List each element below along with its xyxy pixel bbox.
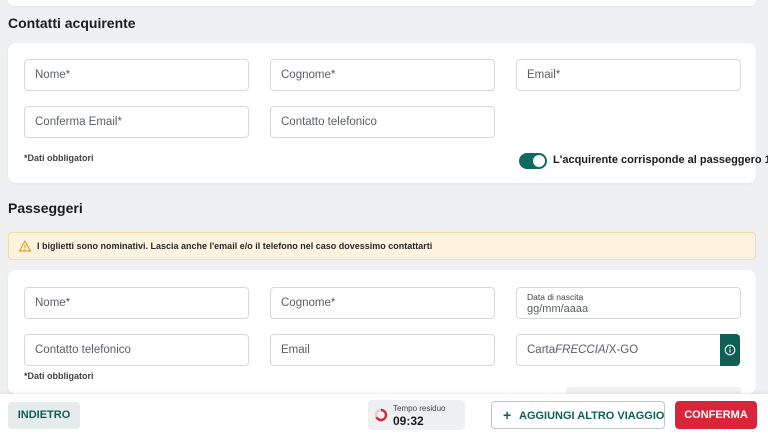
passenger-card: Nome* Cognome* Data di nascita gg/mm/aaa… — [8, 270, 756, 394]
birthdate-placeholder: gg/mm/aaaa — [527, 303, 589, 315]
timer-value: 09:32 — [393, 414, 424, 428]
loyalty-card-placeholder: CartaFRECCIA/X-GO — [527, 344, 638, 356]
buyer-required-note: *Dati obbligatori — [24, 153, 94, 163]
passenger-email-field[interactable]: Email — [270, 334, 495, 366]
buyer-name-field[interactable]: Nome* — [24, 59, 249, 91]
passengers-section-title: Passeggeri — [8, 200, 83, 216]
passenger-name-placeholder: Nome* — [35, 297, 71, 309]
card-suffix: /X-GO — [605, 344, 639, 356]
back-button[interactable]: INDIETRO — [8, 402, 80, 429]
info-icon — [724, 344, 736, 356]
card-prefix: Carta — [527, 344, 556, 356]
buyer-confirm-email-field[interactable]: Conferma Email* — [24, 106, 249, 138]
passenger-phone-field[interactable]: Contatto telefonico — [24, 334, 249, 366]
passenger-surname-placeholder: Cognome* — [281, 297, 336, 309]
nominative-tickets-alert: I biglietti sono nominativi. Lascia anch… — [8, 232, 756, 260]
toggle-knob — [533, 155, 545, 167]
passenger-phone-placeholder: Contatto telefonico — [35, 344, 131, 356]
previous-card-edge — [8, 0, 756, 6]
card-brand: FRECCIA — [555, 344, 606, 356]
buyer-confirm-email-placeholder: Conferma Email* — [35, 116, 122, 128]
remaining-time-box: Tempo residuo 09:32 — [368, 400, 465, 430]
passenger-name-field[interactable]: Nome* — [24, 287, 249, 319]
alert-text: I biglietti sono nominativi. Lascia anch… — [37, 241, 433, 251]
buyer-email-placeholder: Email* — [527, 69, 561, 81]
loyalty-card-field[interactable]: CartaFRECCIA/X-GO — [516, 334, 721, 366]
buyer-surname-placeholder: Cognome* — [281, 69, 336, 81]
buyer-email-field[interactable]: Email* — [516, 59, 741, 91]
buyer-card: Nome* Cognome* Email* Conferma Email* Co… — [8, 43, 768, 183]
passenger-surname-field[interactable]: Cognome* — [270, 287, 495, 319]
buyer-is-passenger-label: L'acquirente corrisponde al passeggero 1 — [553, 154, 768, 166]
buyer-is-passenger-toggle[interactable] — [519, 153, 547, 169]
warning-icon — [19, 240, 31, 252]
timer-label: Tempo residuo — [393, 404, 446, 413]
loyalty-card-info-button[interactable] — [720, 334, 740, 366]
buyer-surname-field[interactable]: Cognome* — [270, 59, 495, 91]
buyer-name-placeholder: Nome* — [35, 69, 71, 81]
add-trip-label: AGGIUNGI ALTRO VIAGGIO — [519, 410, 665, 422]
plus-icon: + — [503, 407, 512, 423]
footer-bar: INDIETRO Tempo residuo 09:32 + AGGIUNGI … — [0, 394, 768, 434]
timer-icon — [374, 408, 388, 422]
buyer-phone-field[interactable]: Contatto telefonico — [270, 106, 495, 138]
passenger-required-note: *Dati obbligatori — [24, 371, 94, 381]
buyer-phone-placeholder: Contatto telefonico — [281, 116, 377, 128]
birthdate-label: Data di nascita — [527, 292, 584, 302]
confirm-button[interactable]: CONFERMA — [675, 401, 757, 429]
add-trip-button[interactable]: + AGGIUNGI ALTRO VIAGGIO — [491, 401, 665, 429]
passenger-birthdate-field[interactable]: Data di nascita gg/mm/aaaa — [516, 287, 741, 319]
buyer-section-title: Contatti acquirente — [8, 15, 136, 31]
passenger-email-placeholder: Email — [281, 344, 310, 356]
